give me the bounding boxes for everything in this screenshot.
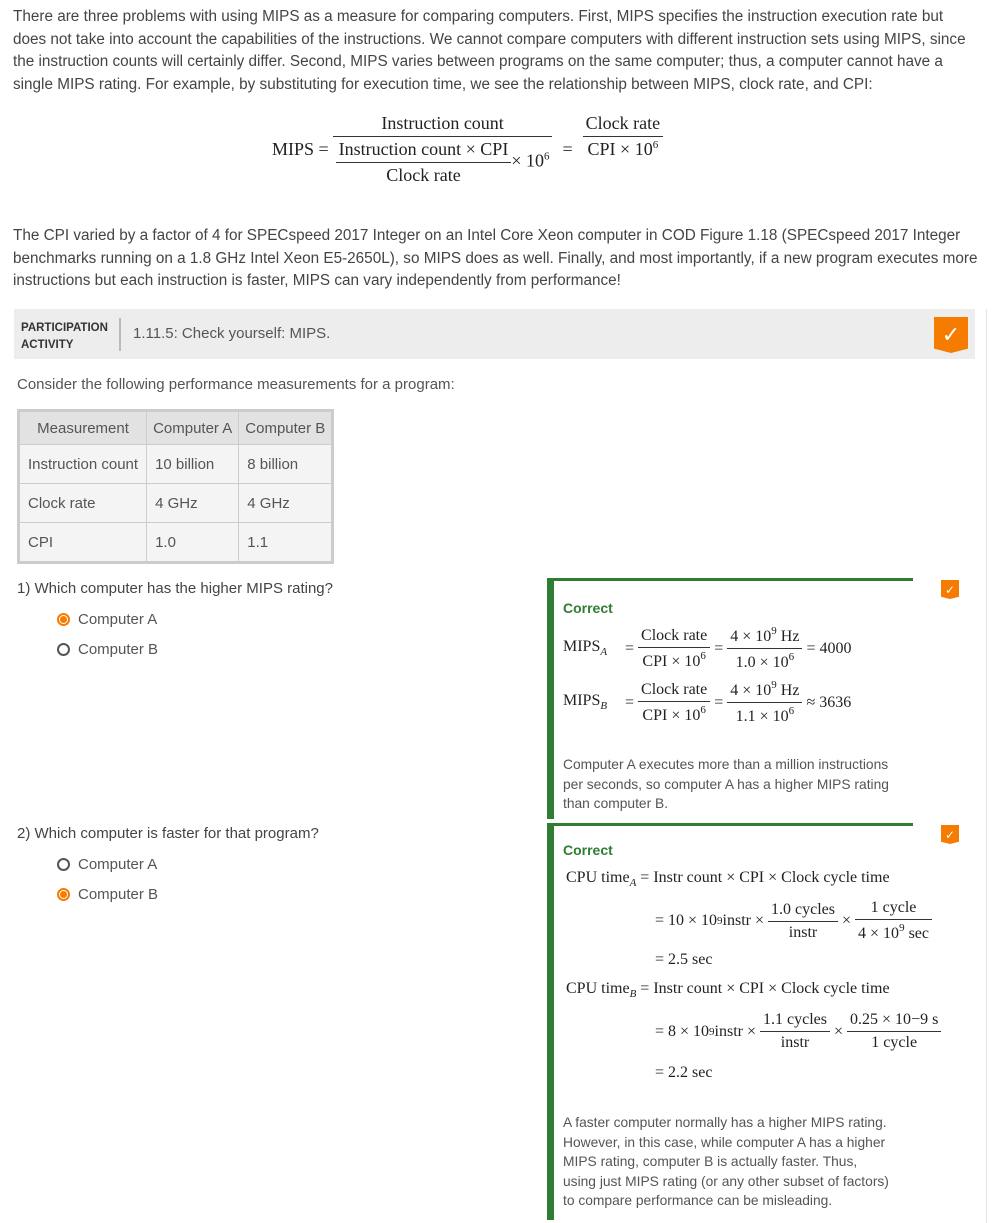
radio-selected[interactable]	[57, 888, 70, 901]
cell: 8 billion	[238, 444, 334, 484]
q1-option-a[interactable]: Computer A	[57, 611, 157, 628]
intro-paragraph: There are three problems with using MIPS…	[13, 8, 966, 93]
cpu-time-a-line: CPU timeA = Instr count × CPI × Clock cy…	[566, 869, 890, 890]
activity-title: 1.11.5: Check yourself: MIPS.	[133, 325, 331, 342]
mips-b-equation: MIPSB = Clock rate CPI × 106 = 4 × 109 Hz 1.…	[563, 679, 852, 725]
activity-prompt: Consider the following performance measu…	[17, 376, 455, 393]
cell: CPI	[17, 522, 148, 563]
radio[interactable]	[57, 643, 70, 656]
cpu-time-b-line: CPU timeB = Instr count × CPI × Clock cy…	[566, 980, 890, 1001]
feedback-explanation: A faster computer normally has a higher …	[563, 1115, 889, 1208]
formula-lhs: MIPS =	[272, 139, 329, 159]
feedback-top-bar	[554, 823, 913, 826]
cell: 4 GHz	[238, 483, 334, 523]
activity-header: PARTICIPATION ACTIVITY 1.11.5: Check your…	[14, 309, 975, 359]
q1-feedback: Correct MIPSA = Clock rate CPI × 106 = 4 × …	[547, 578, 913, 819]
table-row: Instruction count 10 billion 8 billion	[17, 444, 334, 484]
table-header-row: Measurement Computer A Computer B	[17, 410, 334, 445]
paragraph-2: The CPI varied by a factor of 4 for SPEC…	[13, 227, 978, 289]
mips-a-equation: MIPSA = Clock rate CPI × 106 = 4 × 109 Hz 1.…	[563, 625, 852, 671]
formula-times: × 10	[511, 150, 544, 171]
feedback-status: Correct	[563, 842, 613, 858]
cell: Clock rate	[17, 483, 148, 523]
cpu-time-b-result: = 2.2 sec	[655, 1064, 713, 1081]
radio-selected[interactable]	[57, 613, 70, 626]
question-2: 2) Which computer is faster for that pro…	[17, 825, 319, 842]
radio[interactable]	[57, 858, 70, 871]
formula-inner-den: Clock rate	[386, 165, 461, 185]
th-computer-b: Computer B	[238, 410, 334, 445]
cell: 10 billion	[146, 444, 240, 484]
table-row: Clock rate 4 GHz 4 GHz	[17, 483, 334, 523]
cell: 1.1	[238, 522, 334, 563]
measurement-table: Measurement Computer A Computer B Instruct…	[17, 409, 335, 564]
q1-check-icon: ✓	[941, 580, 959, 599]
formula-exp: 6	[543, 150, 550, 163]
formula-r-num: Clock rate	[582, 113, 664, 137]
table-row: CPI 1.0 1.1	[17, 522, 334, 563]
q2-option-b[interactable]: Computer B	[57, 886, 158, 903]
cell: 1.0	[146, 522, 240, 563]
feedback-status: Correct	[563, 600, 613, 616]
question-1: 1) Which computer has the higher MIPS ra…	[17, 580, 333, 597]
q2-check-icon: ✓	[941, 825, 959, 844]
activity-label: PARTICIPATION ACTIVITY	[21, 322, 108, 351]
q2-feedback: Correct CPU timeA = Instr count × CPI × …	[547, 823, 987, 1220]
formula-inner-num: Instruction count × CPI	[335, 139, 512, 163]
th-measurement: Measurement	[17, 410, 148, 445]
q2-option-a[interactable]: Computer A	[57, 856, 157, 873]
divider	[119, 318, 121, 351]
completion-check-icon: ✓	[934, 317, 968, 353]
cpu-time-a-calc: = 10 × 10 9 instr × 1.0 cycles instr × 1 cy…	[655, 899, 936, 943]
th-computer-a: Computer A	[146, 410, 240, 445]
formula-numerator: Instruction count	[332, 113, 553, 137]
feedback-explanation: Computer A executes more than a million …	[563, 757, 889, 811]
cell: 4 GHz	[146, 483, 240, 523]
cpu-time-b-calc: = 8 × 10 9 instr × 1.1 cycles instr × 0.25 …	[655, 1011, 945, 1052]
q1-option-b[interactable]: Computer B	[57, 641, 158, 658]
cpu-time-a-result: = 2.5 sec	[655, 951, 713, 968]
cell: Instruction count	[17, 444, 148, 484]
mips-formula: MIPS = Instruction count Instruction cou…	[272, 113, 667, 186]
formula-eq: =	[562, 139, 573, 159]
formula-r-den: CPI × 106	[587, 139, 659, 159]
